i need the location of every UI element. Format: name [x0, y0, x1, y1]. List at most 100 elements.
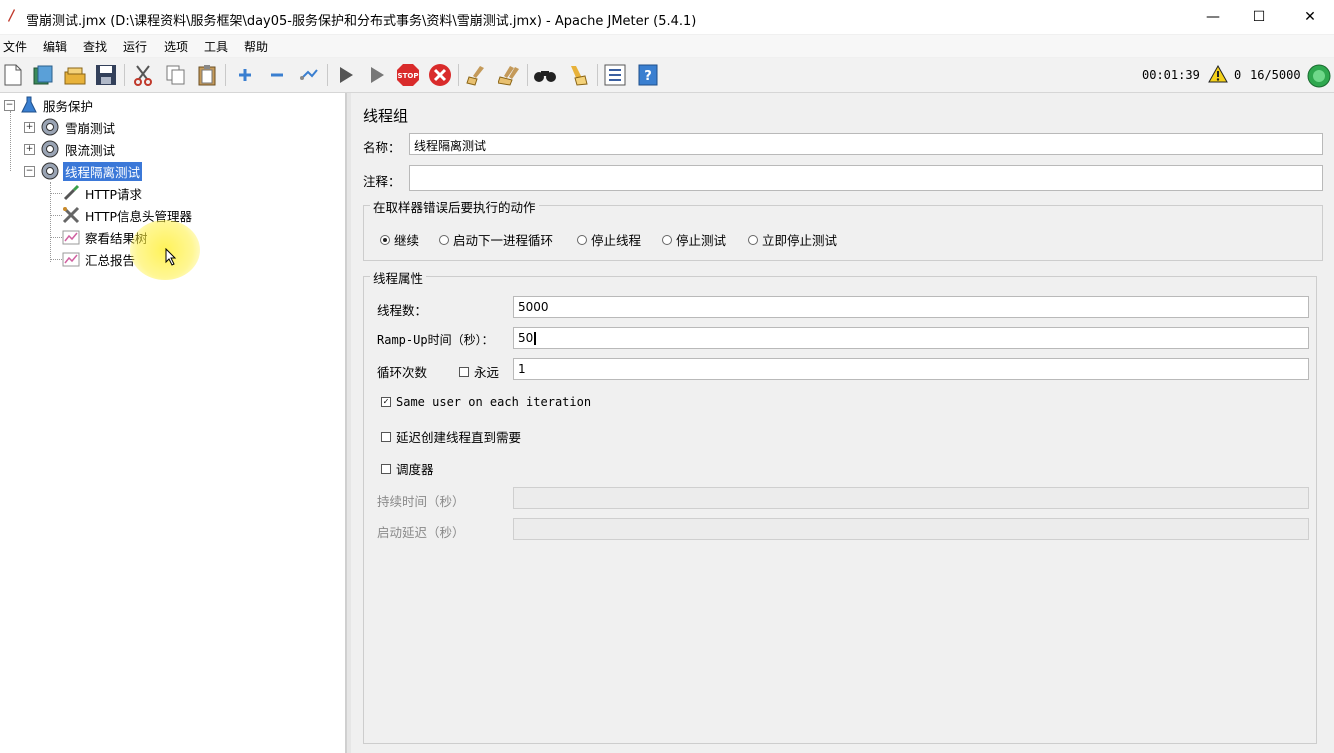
menu-run[interactable]: 运行: [123, 38, 147, 55]
radio-stop-thread[interactable]: 停止线程: [577, 230, 641, 249]
open-icon[interactable]: [63, 63, 87, 87]
scheduler-checkbox[interactable]: 调度器: [381, 459, 434, 478]
tree-node-group-selected[interactable]: 线程隔离测试: [40, 161, 143, 181]
tree-node-summary-report[interactable]: 汇总报告: [62, 249, 137, 269]
radio-stop-test-now[interactable]: 立即停止测试: [748, 230, 837, 249]
name-input[interactable]: 线程隔离测试: [409, 133, 1323, 155]
thread-properties-group: 线程属性 线程数： 5000 Ramp-Up时间（秒）： 50 循环次数 永远 …: [363, 268, 1317, 744]
checkbox-box: [381, 463, 391, 474]
tree-node-group[interactable]: 限流测试: [40, 139, 117, 159]
help-icon[interactable]: ?: [636, 63, 660, 87]
checkbox-box: [459, 366, 469, 377]
radio-label: 停止线程: [591, 233, 642, 248]
toolbar-separator: [327, 64, 328, 86]
templates-icon[interactable]: [31, 63, 55, 87]
toolbar-separator: [225, 64, 226, 86]
error-count: 0: [1234, 68, 1242, 82]
tree-node-label: 线程隔离测试: [63, 161, 143, 181]
menu-options[interactable]: 选项: [164, 38, 188, 55]
radio-continue[interactable]: 继续: [380, 230, 419, 249]
checkbox-label: 永远: [474, 365, 500, 380]
text-caret: [534, 332, 537, 345]
comment-input[interactable]: [409, 165, 1323, 191]
checkbox-box: ✓: [381, 397, 391, 407]
duration-input[interactable]: [513, 487, 1309, 509]
menu-search[interactable]: 查找: [83, 38, 107, 55]
duration-label: 持续时间（秒）: [377, 494, 465, 509]
clear-icon[interactable]: [465, 63, 489, 87]
checkbox-label: Same user on each iteration: [396, 395, 592, 409]
menu-edit[interactable]: 编辑: [43, 38, 67, 55]
search-icon[interactable]: [533, 63, 557, 87]
tree-node-http-request[interactable]: HTTP请求: [62, 183, 144, 203]
expand-icon[interactable]: [233, 63, 257, 87]
panel-title: 线程组: [363, 107, 409, 125]
active-threads: 16/5000: [1250, 68, 1301, 82]
expand-group-toggle[interactable]: +: [24, 144, 35, 155]
loop-count-input[interactable]: 1: [513, 358, 1309, 380]
delay-thread-creation-checkbox[interactable]: 延迟创建线程直到需要: [381, 427, 521, 446]
forever-checkbox[interactable]: 永远: [459, 362, 499, 381]
start-no-pause-icon[interactable]: [365, 63, 389, 87]
warning-icon[interactable]: [1208, 65, 1228, 83]
function-helper-icon[interactable]: [603, 63, 627, 87]
tree-node-label: 汇总报告: [85, 252, 136, 268]
thread-group-gear-icon: [41, 118, 59, 136]
radio-label: 继续: [394, 233, 420, 248]
menu-help[interactable]: 帮助: [244, 38, 268, 55]
rampup-input[interactable]: 50: [513, 327, 1309, 349]
shutdown-icon[interactable]: [428, 63, 452, 87]
config-tools-icon: [62, 206, 80, 224]
threads-input[interactable]: 5000: [513, 296, 1309, 318]
expand-group-toggle[interactable]: +: [24, 122, 35, 133]
tree-line: [50, 193, 62, 194]
tree-node-root[interactable]: 服务保护: [20, 95, 95, 115]
checkbox-label: 调度器: [396, 462, 434, 477]
clear-all-icon[interactable]: [497, 63, 521, 87]
tree-node-label: 限流测试: [65, 142, 116, 158]
menu-file[interactable]: 文件: [3, 38, 27, 55]
toolbar-separator: [458, 64, 459, 86]
checkbox-box: [381, 431, 391, 442]
toolbar-separator: [124, 64, 125, 86]
radio-label: 停止测试: [676, 233, 727, 248]
startup-delay-label: 启动延迟（秒）: [377, 525, 465, 540]
close-button[interactable]: ✕: [1287, 4, 1333, 30]
maximize-button[interactable]: ☐: [1236, 4, 1282, 30]
name-label: 名称：: [363, 140, 401, 155]
listener-chart-icon: [62, 252, 80, 267]
start-icon[interactable]: [334, 63, 358, 87]
toolbar-separator: [597, 64, 598, 86]
collapse-root-toggle[interactable]: −: [4, 100, 15, 111]
jmeter-feather-icon: [8, 9, 15, 22]
reset-search-icon[interactable]: [566, 63, 590, 87]
paste-icon[interactable]: [195, 63, 219, 87]
radio-stop-test[interactable]: 停止测试: [662, 230, 726, 249]
thread-properties-legend: 线程属性: [370, 268, 427, 287]
radio-label: 启动下一进程循环: [453, 233, 554, 248]
save-icon[interactable]: [94, 63, 118, 87]
loop-label: 循环次数: [377, 365, 428, 380]
listener-chart-icon: [62, 230, 80, 245]
tree-node-group[interactable]: 雪崩测试: [40, 117, 117, 137]
minimize-button[interactable]: —: [1190, 4, 1236, 30]
title-bar: 雪崩测试.jmx (D:\课程资料\服务框架\day05-服务保护和分布式事务\…: [0, 0, 1334, 34]
radio-label: 立即停止测试: [762, 233, 838, 248]
stop-icon[interactable]: STOP: [396, 63, 420, 87]
toggle-icon[interactable]: [297, 63, 321, 87]
copy-icon[interactable]: [164, 63, 188, 87]
menu-tools[interactable]: 工具: [204, 38, 228, 55]
mouse-pointer-icon: [165, 248, 177, 266]
cut-icon[interactable]: [131, 63, 155, 87]
new-icon[interactable]: [1, 63, 25, 87]
svg-text:?: ?: [644, 69, 652, 84]
radio-dot: [380, 234, 390, 245]
error-action-group: 在取样器错误后要执行的动作 继续 启动下一进程循环 停止线程 停止测试 立即停止…: [363, 197, 1323, 261]
collapse-group-toggle[interactable]: −: [24, 166, 35, 177]
startup-delay-input[interactable]: [513, 518, 1309, 540]
radio-start-next-loop[interactable]: 启动下一进程循环: [439, 230, 553, 249]
same-user-checkbox[interactable]: ✓ Same user on each iteration: [381, 395, 591, 409]
tree-line: [50, 259, 62, 260]
tree-line: [50, 237, 62, 238]
collapse-icon[interactable]: [265, 63, 289, 87]
